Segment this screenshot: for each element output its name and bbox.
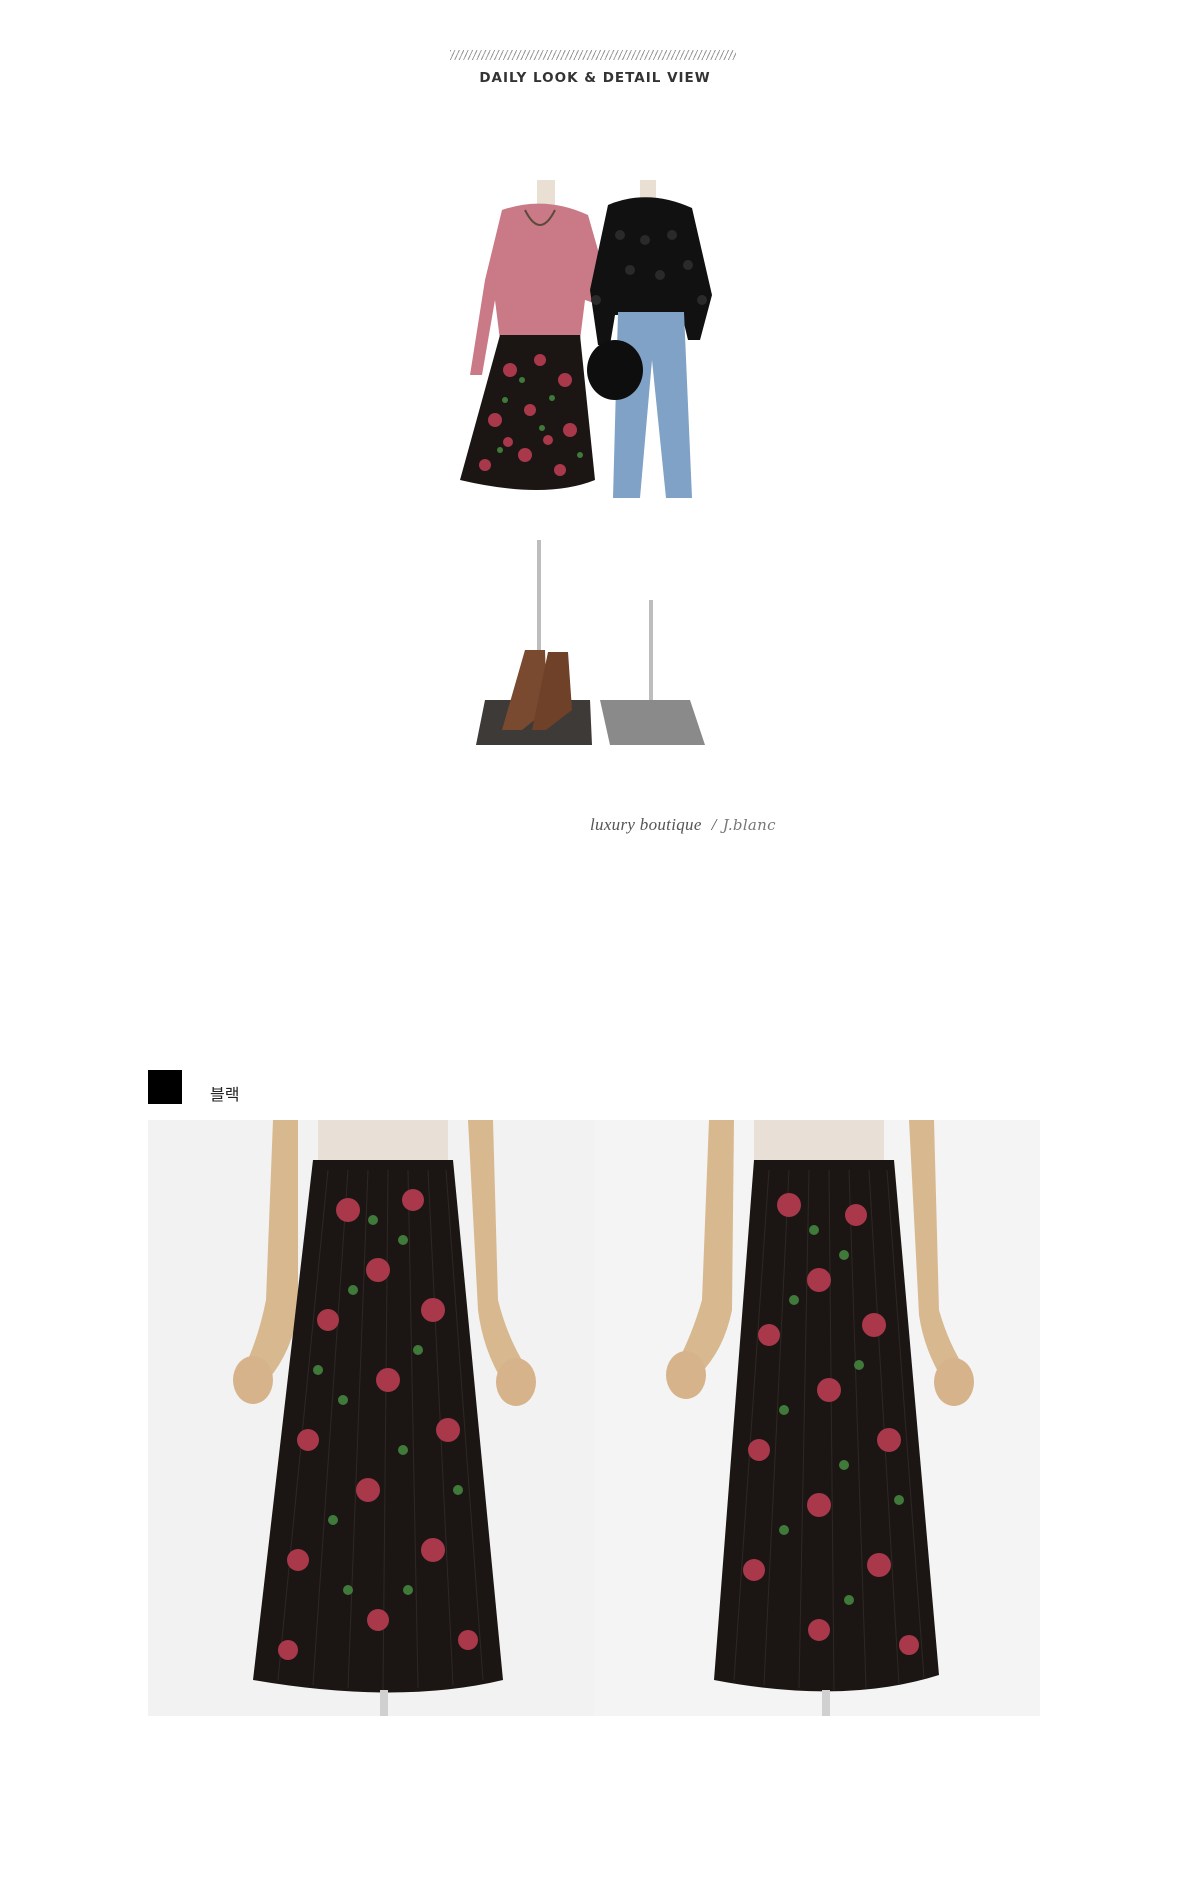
boutique-caption-text: luxury boutique (590, 815, 702, 834)
boutique-caption: luxury boutique / J.blanc (590, 815, 776, 835)
black-hat (587, 340, 643, 400)
section-title: DAILY LOOK & DETAIL VIEW (479, 70, 711, 86)
color-swatch-black (148, 1070, 182, 1104)
color-label: 블랙 (210, 1087, 240, 1104)
brand-signature: J.blanc (722, 816, 776, 834)
skirt-front-photo (148, 1120, 594, 1716)
skirt-side-photo (594, 1120, 1040, 1716)
daily-look-image (430, 180, 770, 760)
caption-separator: / (711, 815, 717, 834)
denim-jeans (613, 312, 692, 498)
right-stand-base (600, 700, 705, 745)
decorative-slash-line (450, 50, 736, 60)
